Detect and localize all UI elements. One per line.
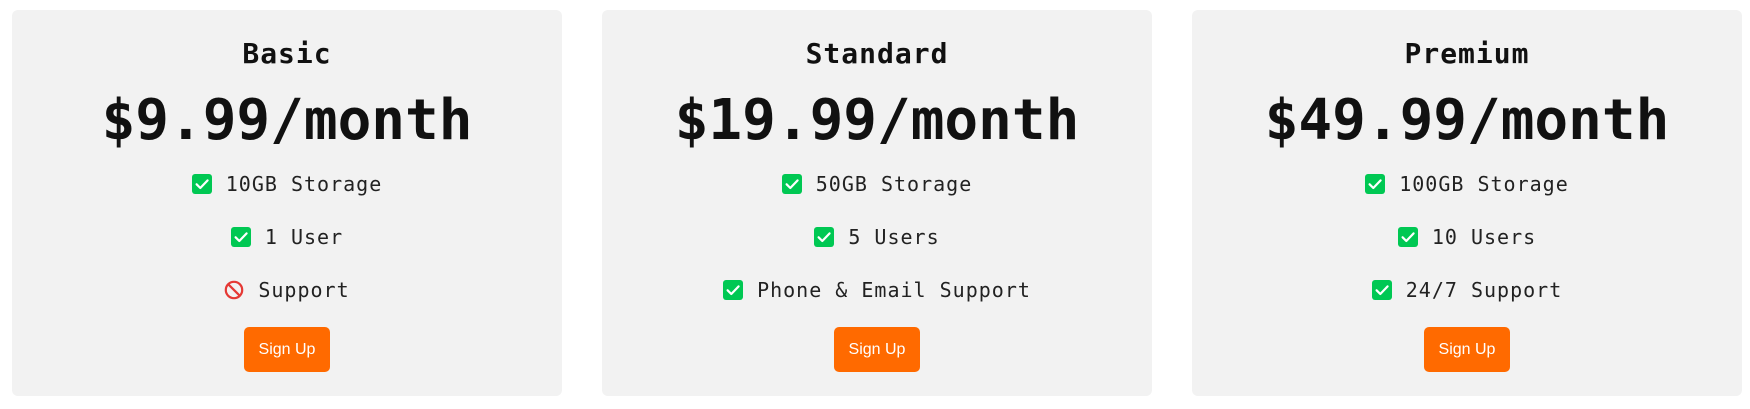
check-icon xyxy=(814,227,835,247)
feature-item: 5 Users xyxy=(602,225,1152,278)
sign-up-button-standard[interactable]: Sign Up xyxy=(834,327,920,372)
plan-price: $49.99/month xyxy=(1264,88,1670,153)
sign-up-button-basic[interactable]: Sign Up xyxy=(244,327,330,372)
feature-item: 1 User xyxy=(12,225,562,278)
feature-item: 10GB Storage xyxy=(12,172,562,225)
plan-price: $9.99/month xyxy=(101,88,473,153)
feature-item: Phone & Email Support xyxy=(602,278,1152,331)
plan-price: $19.99/month xyxy=(674,88,1080,153)
pricing-plans: Basic $9.99/month 10GB Storage 1 User Su… xyxy=(0,0,1750,409)
feature-item: Support xyxy=(12,278,562,331)
feature-list: 10GB Storage 1 User Support xyxy=(12,172,562,331)
feature-text: 10GB Storage xyxy=(225,172,383,196)
feature-text: 10 Users xyxy=(1431,225,1537,249)
feature-text: 5 Users xyxy=(848,225,940,249)
sign-up-button-premium[interactable]: Sign Up xyxy=(1424,327,1510,372)
check-icon xyxy=(781,174,802,194)
feature-item: 50GB Storage xyxy=(602,172,1152,225)
plan-name: Standard xyxy=(805,37,949,70)
feature-item: 10 Users xyxy=(1192,225,1742,278)
plan-card-standard: Standard $19.99/month 50GB Storage 5 Use… xyxy=(602,10,1152,396)
plan-name: Premium xyxy=(1404,37,1530,70)
feature-text: Support xyxy=(258,278,350,302)
check-icon xyxy=(1365,174,1386,194)
check-icon xyxy=(230,227,251,247)
check-icon xyxy=(1397,227,1418,247)
feature-item: 24/7 Support xyxy=(1192,278,1742,331)
check-icon xyxy=(191,174,212,194)
plan-card-premium: Premium $49.99/month 100GB Storage 10 Us… xyxy=(1192,10,1742,396)
check-icon xyxy=(723,280,744,300)
feature-text: 1 User xyxy=(264,225,344,249)
feature-text: Phone & Email Support xyxy=(757,278,1031,302)
feature-list: 100GB Storage 10 Users 24/7 Support xyxy=(1192,172,1742,331)
feature-text: 24/7 Support xyxy=(1405,278,1563,302)
plan-name: Basic xyxy=(242,37,332,70)
no-entry-icon xyxy=(224,280,244,300)
check-icon xyxy=(1371,280,1392,300)
feature-text: 50GB Storage xyxy=(815,172,973,196)
plan-card-basic: Basic $9.99/month 10GB Storage 1 User Su… xyxy=(12,10,562,396)
feature-text: 100GB Storage xyxy=(1399,172,1569,196)
feature-list: 50GB Storage 5 Users Phone & Email Suppo… xyxy=(602,172,1152,331)
feature-item: 100GB Storage xyxy=(1192,172,1742,225)
